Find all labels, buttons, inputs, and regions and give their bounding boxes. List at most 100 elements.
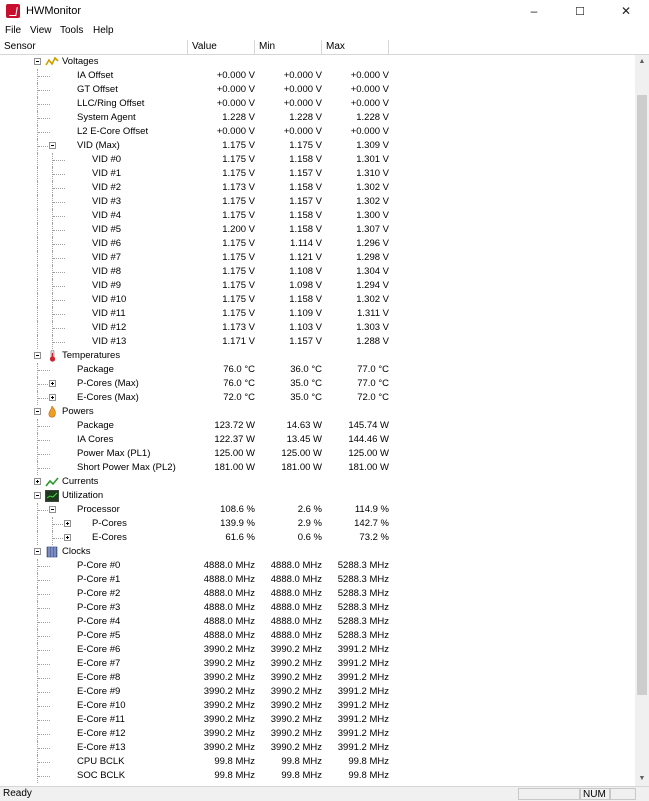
collapse-minus-icon[interactable]	[34, 58, 41, 65]
sensor-row[interactable]: P-Cores 139.9 % 2.9 % 142.7 %	[0, 517, 635, 531]
column-min[interactable]: Min	[255, 40, 322, 54]
collapse-minus-icon[interactable]	[49, 142, 56, 149]
sensor-min: 3990.2 MHz	[270, 742, 322, 753]
scroll-thumb[interactable]	[637, 95, 647, 695]
expand-plus-icon[interactable]	[49, 394, 56, 401]
sensor-label: VID #0	[92, 154, 122, 165]
category-row-powers[interactable]: Powers	[0, 405, 635, 419]
sensor-row[interactable]: CPU BCLK 99.8 MHz 99.8 MHz 99.8 MHz	[0, 755, 635, 769]
category-row-clocks[interactable]: Clocks	[0, 545, 635, 559]
sensor-row[interactable]: VID #5 1.200 V 1.158 V 1.307 V	[0, 223, 635, 237]
sensor-row[interactable]: Short Power Max (PL2) 181.00 W 181.00 W 181…	[0, 461, 635, 475]
sensor-row[interactable]: E-Cores (Max) 72.0 °C 35.0 °C 72.0 °C	[0, 391, 635, 405]
collapse-minus-icon[interactable]	[34, 352, 41, 359]
minimize-button[interactable]: –	[511, 0, 557, 22]
sensor-row[interactable]: P-Core #3 4888.0 MHz 4888.0 MHz 5288.3 MHz	[0, 601, 635, 615]
sensor-row[interactable]: IA Cores 122.37 W 13.45 W 144.46 W	[0, 433, 635, 447]
sensor-row[interactable]: VID #1 1.175 V 1.157 V 1.310 V	[0, 167, 635, 181]
expand-plus-icon[interactable]	[49, 380, 56, 387]
collapse-minus-icon[interactable]	[34, 492, 41, 499]
sensor-row[interactable]: Power Max (PL1) 125.00 W 125.00 W 125.00 W	[0, 447, 635, 461]
sensor-max: 1.294 V	[356, 280, 389, 291]
sensor-row[interactable]: VID #12 1.173 V 1.103 V 1.303 V	[0, 321, 635, 335]
sensor-row[interactable]: VID #8 1.175 V 1.108 V 1.304 V	[0, 265, 635, 279]
column-sensor[interactable]: Sensor	[0, 40, 188, 54]
sensor-row[interactable]: Package 76.0 °C 36.0 °C 77.0 °C	[0, 363, 635, 377]
category-row-currents[interactable]: Currents	[0, 475, 635, 489]
sensor-row[interactable]: E-Core #8 3990.2 MHz 3990.2 MHz 3991.2 MHz	[0, 671, 635, 685]
sensor-row[interactable]: E-Core #11 3990.2 MHz 3990.2 MHz 3991.2 MHz	[0, 713, 635, 727]
column-header: Sensor Value Min Max	[0, 40, 649, 55]
sensor-row[interactable]: E-Core #7 3990.2 MHz 3990.2 MHz 3991.2 MHz	[0, 657, 635, 671]
vertical-scrollbar[interactable]: ▲ ▼	[635, 55, 649, 786]
category-row-utilization[interactable]: Utilization	[0, 489, 635, 503]
category-label: Utilization	[62, 490, 104, 501]
expand-plus-icon[interactable]	[64, 534, 71, 541]
sensor-row[interactable]: VID #9 1.175 V 1.098 V 1.294 V	[0, 279, 635, 293]
sensor-min: 3990.2 MHz	[270, 644, 322, 655]
tree-guide-line	[53, 230, 65, 231]
sensor-row[interactable]: VID #3 1.175 V 1.157 V 1.302 V	[0, 195, 635, 209]
sensor-min: 3990.2 MHz	[270, 686, 322, 697]
sensor-row[interactable]: P-Core #2 4888.0 MHz 4888.0 MHz 5288.3 MHz	[0, 587, 635, 601]
sensor-value: 99.8 MHz	[214, 756, 255, 767]
column-value[interactable]: Value	[188, 40, 255, 54]
sensor-row[interactable]: VID #13 1.171 V 1.157 V 1.288 V	[0, 335, 635, 349]
category-row-voltages[interactable]: Voltages	[0, 55, 635, 69]
sensor-row[interactable]: P-Core #1 4888.0 MHz 4888.0 MHz 5288.3 MHz	[0, 573, 635, 587]
sensor-row[interactable]: P-Cores (Max) 76.0 °C 35.0 °C 77.0 °C	[0, 377, 635, 391]
sensor-row[interactable]: E-Core #9 3990.2 MHz 3990.2 MHz 3991.2 MHz	[0, 685, 635, 699]
sensor-max: 144.46 W	[348, 434, 389, 445]
menu-help[interactable]: Help	[93, 25, 114, 36]
collapse-minus-icon[interactable]	[49, 506, 56, 513]
sensor-row[interactable]: VID #10 1.175 V 1.158 V 1.302 V	[0, 293, 635, 307]
sensor-row[interactable]: E-Cores 61.6 % 0.6 % 73.2 %	[0, 531, 635, 545]
sensor-row[interactable]: E-Core #6 3990.2 MHz 3990.2 MHz 3991.2 MHz	[0, 643, 635, 657]
sensor-label: VID #6	[92, 238, 122, 249]
sensor-row[interactable]: VID #7 1.175 V 1.121 V 1.298 V	[0, 251, 635, 265]
sensor-row[interactable]: GT Offset +0.000 V +0.000 V +0.000 V	[0, 83, 635, 97]
sensor-row[interactable]: VID #2 1.173 V 1.158 V 1.302 V	[0, 181, 635, 195]
sensor-row[interactable]: E-Core #12 3990.2 MHz 3990.2 MHz 3991.2 MHz	[0, 727, 635, 741]
collapse-minus-icon[interactable]	[34, 548, 41, 555]
menu-file[interactable]: File	[5, 25, 21, 36]
sensor-row[interactable]: SOC BCLK 99.8 MHz 99.8 MHz 99.8 MHz	[0, 769, 635, 783]
tree-guide-line	[52, 307, 53, 321]
sensor-max: +0.000 V	[350, 98, 389, 109]
sensor-row[interactable]: P-Core #0 4888.0 MHz 4888.0 MHz 5288.3 MHz	[0, 559, 635, 573]
sensor-row[interactable]: P-Core #5 4888.0 MHz 4888.0 MHz 5288.3 MHz	[0, 629, 635, 643]
sensor-row[interactable]: E-Core #10 3990.2 MHz 3990.2 MHz 3991.2 MHz	[0, 699, 635, 713]
expand-plus-icon[interactable]	[64, 520, 71, 527]
close-button[interactable]: ✕	[603, 0, 649, 22]
scroll-down-arrow-icon[interactable]: ▼	[635, 772, 649, 786]
sensor-row[interactable]: VID #0 1.175 V 1.158 V 1.301 V	[0, 153, 635, 167]
sensor-row[interactable]: VID #6 1.175 V 1.114 V 1.296 V	[0, 237, 635, 251]
sensor-row[interactable]: P-Core #4 4888.0 MHz 4888.0 MHz 5288.3 MHz	[0, 615, 635, 629]
tree-guide-line	[53, 202, 65, 203]
column-max[interactable]: Max	[322, 40, 389, 54]
sensor-row[interactable]: E-Core #13 3990.2 MHz 3990.2 MHz 3991.2 MHz	[0, 741, 635, 755]
sensor-row[interactable]: Package 123.72 W 14.63 W 145.74 W	[0, 419, 635, 433]
expand-plus-icon[interactable]	[34, 478, 41, 485]
sensor-label: P-Core #5	[77, 630, 121, 641]
sensor-max: 5288.3 MHz	[337, 630, 389, 641]
menu-tools[interactable]: Tools	[60, 25, 83, 36]
maximize-button[interactable]: ☐	[557, 0, 603, 22]
sensor-row[interactable]: LLC/Ring Offset +0.000 V +0.000 V +0.000 V	[0, 97, 635, 111]
sensor-row[interactable]: Processor 108.6 % 2.6 % 114.9 %	[0, 503, 635, 517]
sensor-row[interactable]: IA Offset +0.000 V +0.000 V +0.000 V	[0, 69, 635, 83]
sensor-value: 3990.2 MHz	[203, 644, 255, 655]
sensor-row[interactable]: L2 E-Core Offset +0.000 V +0.000 V +0.000 V	[0, 125, 635, 139]
sensor-row[interactable]: VID #4 1.175 V 1.158 V 1.300 V	[0, 209, 635, 223]
sensor-value: 4888.0 MHz	[203, 602, 255, 613]
sensor-max: 3991.2 MHz	[337, 644, 389, 655]
menu-view[interactable]: View	[30, 25, 52, 36]
category-row-temperatures[interactable]: Temperatures	[0, 349, 635, 363]
sensor-row[interactable]: VID #11 1.175 V 1.109 V 1.311 V	[0, 307, 635, 321]
sensor-row[interactable]: VID (Max) 1.175 V 1.175 V 1.309 V	[0, 139, 635, 153]
scroll-up-arrow-icon[interactable]: ▲	[635, 55, 649, 69]
sensor-row[interactable]: System Agent 1.228 V 1.228 V 1.228 V	[0, 111, 635, 125]
collapse-minus-icon[interactable]	[34, 408, 41, 415]
sensor-tree[interactable]: Voltages IA Offset +0.000 V +0.000 V +0.000 …	[0, 55, 635, 786]
tree-guide-line	[37, 307, 38, 321]
